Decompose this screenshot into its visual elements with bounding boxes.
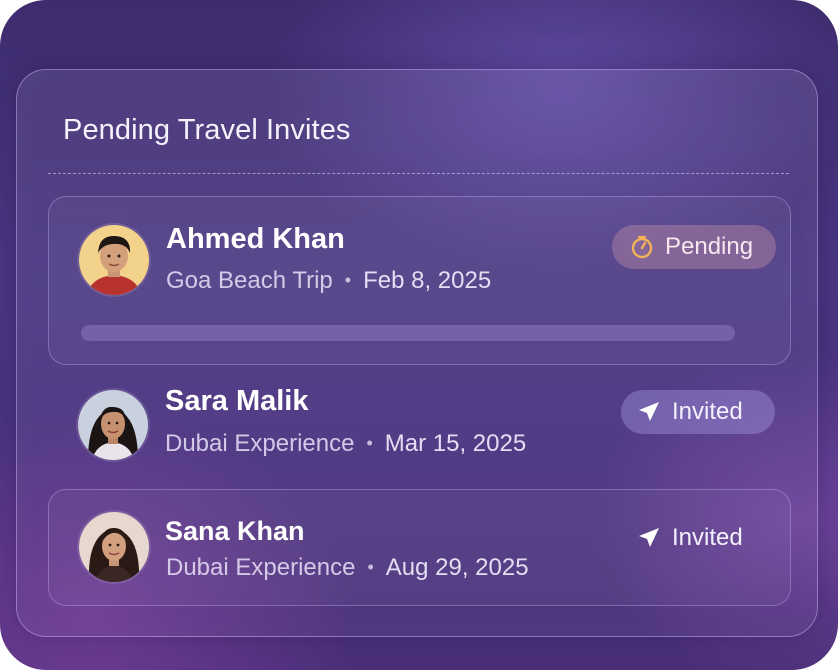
panel-title: Pending Travel Invites [63, 114, 351, 146]
trip-details: Dubai Experience • Aug 29, 2025 [166, 554, 529, 582]
trip-name: Dubai Experience [166, 554, 356, 581]
avatar-sara-icon [78, 390, 148, 460]
status-badge-invited: Invited [621, 390, 775, 434]
invitee-name: Ahmed Khan [166, 223, 345, 255]
trip-date: Mar 15, 2025 [384, 430, 527, 457]
progress-bar [81, 325, 735, 341]
invite-row-sara-malik[interactable]: Sara Malik Dubai Experience • Mar 15, 2025… [48, 378, 791, 478]
trip-date: Feb 8, 2025 [363, 267, 492, 294]
send-arrow-icon [636, 525, 662, 551]
invite-row-sana-khan[interactable]: Sana Khan Dubai Experience • Aug 29, 2025 … [48, 489, 791, 606]
avatar [78, 390, 148, 460]
app-window: Pending Travel Invites Ahmed Khan Goa Be… [0, 0, 838, 670]
trip-details: Dubai Experience • Mar 15, 2025 [165, 430, 526, 458]
invites-panel: Pending Travel Invites Ahmed Khan Goa Be… [16, 69, 818, 637]
trip-date: Aug 29, 2025 [385, 554, 529, 581]
separator-dot: • [344, 270, 352, 290]
status-label: Invited [672, 524, 743, 551]
status-badge-pending: Pending [612, 225, 776, 269]
invitee-name: Sara Malik [165, 385, 309, 417]
timer-icon [629, 234, 655, 260]
avatar-ahmed-icon [79, 225, 149, 295]
status-badge-invited: Invited [636, 516, 776, 560]
invitee-name: Sana Khan [165, 516, 305, 546]
avatar [79, 512, 149, 582]
title-divider [48, 173, 789, 174]
separator-dot: • [366, 433, 373, 453]
avatar-sana-icon [79, 512, 149, 582]
avatar [79, 225, 149, 295]
separator-dot: • [367, 557, 374, 577]
trip-details: Goa Beach Trip • Feb 8, 2025 [166, 267, 491, 295]
status-label: Invited [672, 398, 743, 425]
trip-name: Goa Beach Trip [166, 267, 333, 294]
send-arrow-icon [636, 399, 662, 425]
invite-row-ahmed-khan[interactable]: Ahmed Khan Goa Beach Trip • Feb 8, 2025 Pe… [48, 196, 791, 365]
status-label: Pending [665, 233, 754, 260]
trip-name: Dubai Experience [165, 430, 355, 457]
